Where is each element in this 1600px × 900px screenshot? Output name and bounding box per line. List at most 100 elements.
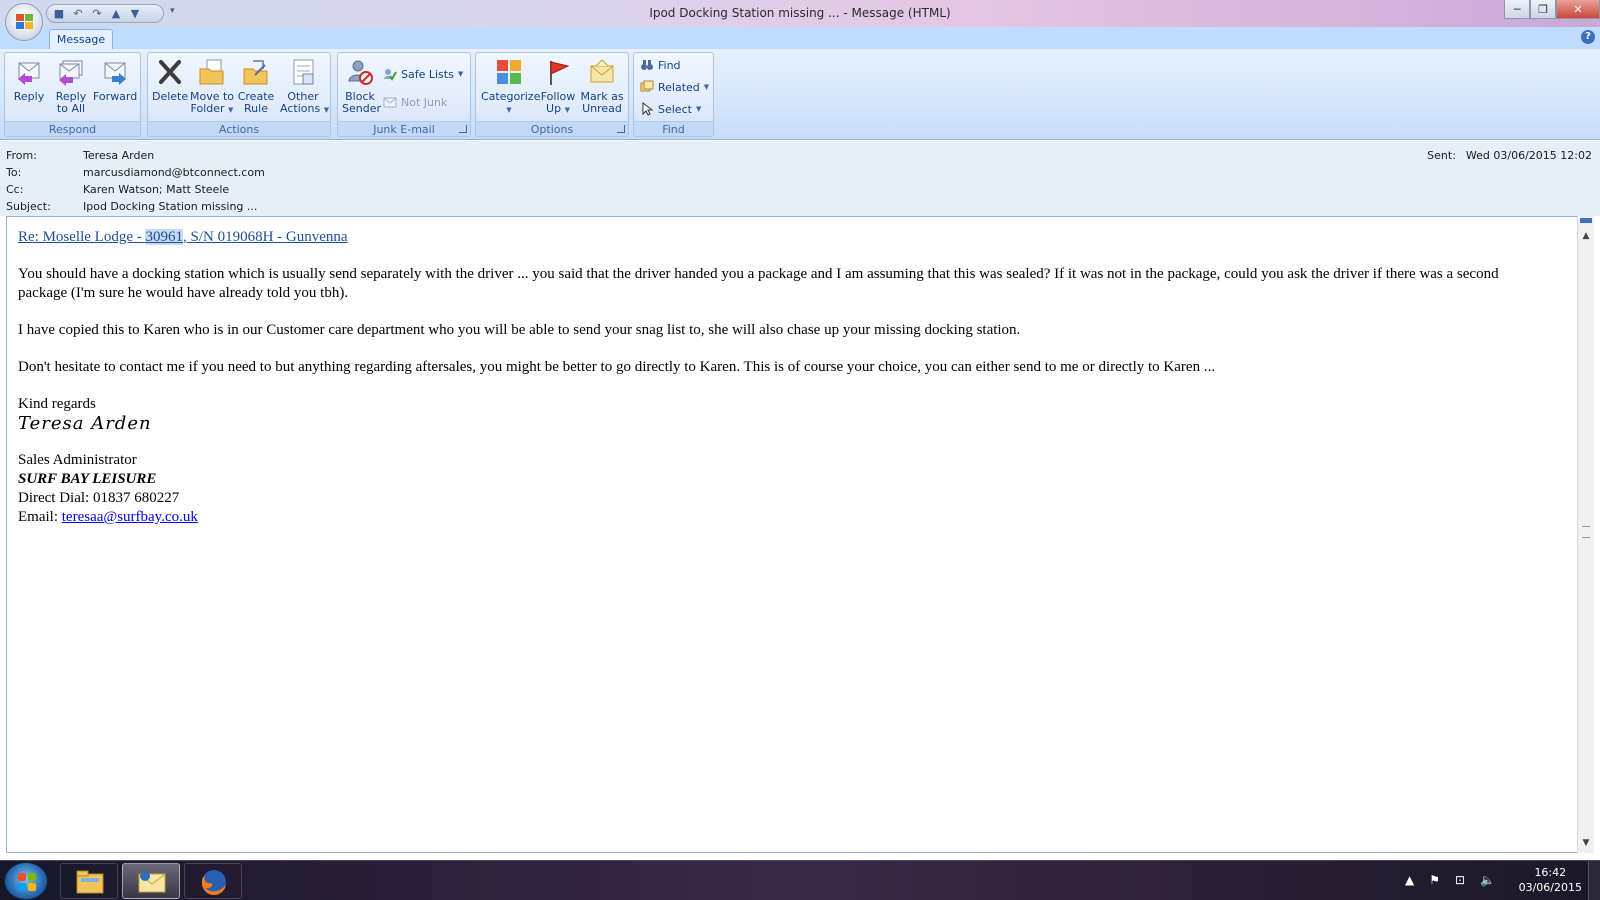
from-value[interactable]: Teresa Arden xyxy=(83,149,154,162)
group-label-actions: Actions xyxy=(148,121,330,136)
clock-time: 16:42 xyxy=(1534,866,1567,879)
message-header: From: Teresa Arden To: marcusdiamond@btc… xyxy=(0,141,1600,216)
vertical-scrollbar[interactable]: ▲ ▼ xyxy=(1577,216,1594,853)
group-respond: Reply Reply to All Forward Respond xyxy=(4,52,141,137)
safe-lists-icon xyxy=(383,67,397,81)
to-value[interactable]: marcusdiamond@btconnect.com xyxy=(83,166,265,179)
taskbar-firefox-button[interactable] xyxy=(184,863,242,899)
sent-label: Sent: xyxy=(1427,149,1456,162)
network-icon[interactable]: ⊡ xyxy=(1455,873,1465,887)
create-rule-icon xyxy=(241,57,271,87)
chevron-down-icon: ▼ xyxy=(228,106,234,114)
scroll-grip[interactable] xyxy=(1582,526,1590,538)
follow-up-button[interactable]: Follow Up ▼ xyxy=(539,57,577,116)
cc-value[interactable]: Karen Watson; Matt Steele xyxy=(83,183,229,196)
reply-all-button[interactable]: Reply to All xyxy=(51,57,91,115)
reply-icon xyxy=(14,57,44,87)
delete-button[interactable]: Delete xyxy=(152,57,188,103)
reference-line: Re: Moselle Lodge - 30961, S/N 019068H -… xyxy=(18,228,1548,247)
to-label: To: xyxy=(6,166,22,179)
mark-as-unread-button[interactable]: Mark as Unread xyxy=(579,57,625,115)
clock[interactable]: 16:42 03/06/2015 xyxy=(1519,865,1582,895)
chevron-down-icon: ▼ xyxy=(506,106,512,114)
office-logo-icon xyxy=(16,14,34,30)
reference-link[interactable]: Re: Moselle Lodge - 30961, S/N 019068H -… xyxy=(18,229,348,245)
chevron-down-icon: ▼ xyxy=(695,105,702,113)
group-junk-email: Block Sender Safe Lists ▼ Not Junk Junk … xyxy=(337,52,471,137)
window-title: Ipod Docking Station missing ... - Messa… xyxy=(649,6,951,20)
message-body[interactable]: Re: Moselle Lodge - 30961, S/N 019068H -… xyxy=(6,216,1578,853)
close-button[interactable]: ✕ xyxy=(1556,0,1600,19)
block-sender-button[interactable]: Block Sender xyxy=(342,57,381,115)
message-content: Re: Moselle Lodge - 30961, S/N 019068H -… xyxy=(18,228,1548,527)
volume-icon[interactable]: 🔈 xyxy=(1480,873,1495,887)
selected-text: 30961 xyxy=(145,229,183,245)
group-label-find: Find xyxy=(634,121,713,136)
signature-email-row: Email: teresaa@surfbay.co.uk xyxy=(18,508,1548,527)
ribbon-tab-row: Message ? xyxy=(0,27,1600,50)
forward-icon xyxy=(100,57,130,87)
mark-as-unread-icon xyxy=(587,57,617,87)
group-label-junk-email: Junk E-mail xyxy=(338,121,470,136)
taskbar-outlook-button[interactable] xyxy=(122,863,180,899)
paragraph-3: Don't hesitate to contact me if you need… xyxy=(18,359,1216,375)
chevron-down-icon: ▼ xyxy=(703,83,710,91)
reply-button[interactable]: Reply xyxy=(11,57,47,103)
group-options: Categorize ▼ Follow Up ▼ Mark as Unread … xyxy=(475,52,629,137)
show-desktop-button[interactable] xyxy=(1588,861,1600,900)
other-actions-icon xyxy=(288,57,318,87)
other-actions-button[interactable]: Other Actions ▼ xyxy=(280,57,330,116)
group-find: Find Related ▼ Select ▼ Find xyxy=(633,52,714,137)
find-button[interactable]: Find xyxy=(640,58,681,72)
show-hidden-icons-icon[interactable]: ▲ xyxy=(1405,873,1414,887)
minimize-button[interactable]: ─ xyxy=(1504,0,1530,19)
cc-label: Cc: xyxy=(6,183,24,196)
create-rule-button[interactable]: Create Rule xyxy=(236,57,276,115)
title-bar: ■ ↶ ↷ ▲ ▼ ▾ Ipod Docking Station missing… xyxy=(0,0,1600,27)
action-center-flag-icon[interactable]: ⚑ xyxy=(1429,873,1440,887)
categorize-button[interactable]: Categorize ▼ xyxy=(481,57,540,116)
help-icon[interactable]: ? xyxy=(1581,30,1595,44)
folder-icon xyxy=(76,870,104,894)
chevron-down-icon: ▼ xyxy=(323,106,330,114)
move-to-folder-icon xyxy=(197,57,227,87)
handwritten-signature: Teresa Arden xyxy=(18,413,152,434)
signature-email-link[interactable]: teresaa@surfbay.co.uk xyxy=(62,509,198,525)
tab-message[interactable]: Message xyxy=(49,29,113,50)
move-to-folder-button[interactable]: Move to Folder ▼ xyxy=(190,57,234,116)
regards-line: Kind regards xyxy=(18,396,96,412)
select-button[interactable]: Select ▼ xyxy=(640,101,702,116)
restore-button[interactable]: ❐ xyxy=(1530,0,1556,19)
related-button[interactable]: Related ▼ xyxy=(640,80,709,94)
outlook-envelope-icon xyxy=(138,871,166,893)
subject-value: Ipod Docking Station missing ... xyxy=(83,200,258,213)
group-label-options: Options xyxy=(476,121,628,136)
safe-lists-button[interactable]: Safe Lists ▼ xyxy=(383,67,463,81)
paragraph-1: You should have a docking station which … xyxy=(18,266,1499,301)
scroll-down-arrow-icon[interactable]: ▼ xyxy=(1578,835,1594,851)
signature-role: Sales Administrator xyxy=(18,452,137,468)
signature-email-label: Email: xyxy=(18,509,62,525)
windows-logo-icon xyxy=(18,873,36,891)
sent-row: Sent: Wed 03/06/2015 12:02 xyxy=(1417,149,1592,162)
dialog-launcher-icon[interactable] xyxy=(459,125,467,133)
window-controls: ─ ❐ ✕ xyxy=(1504,0,1600,19)
start-button[interactable] xyxy=(4,862,48,900)
scroll-up-arrow-icon[interactable]: ▲ xyxy=(1578,228,1594,244)
paragraph-2: I have copied this to Karen who is in ou… xyxy=(18,322,1021,338)
dialog-launcher-icon[interactable] xyxy=(617,125,625,133)
forward-button[interactable]: Forward xyxy=(93,57,137,103)
signature-company: SURF BAY LEISURE xyxy=(18,471,157,487)
taskbar-explorer-button[interactable] xyxy=(60,863,118,899)
group-actions: Delete Move to Folder ▼ Create Rule Othe… xyxy=(147,52,331,137)
office-button[interactable] xyxy=(5,3,43,41)
signature-direct-dial: Direct Dial: 01837 680227 xyxy=(18,490,180,506)
split-handle[interactable] xyxy=(1580,218,1592,223)
not-junk-icon xyxy=(383,95,397,109)
cursor-icon xyxy=(640,101,654,116)
not-junk-button[interactable]: Not Junk xyxy=(383,95,447,109)
reply-all-icon xyxy=(56,57,86,87)
group-label-respond: Respond xyxy=(5,121,140,136)
sent-value: Wed 03/06/2015 12:02 xyxy=(1465,149,1592,162)
chevron-down-icon: ▼ xyxy=(457,70,464,78)
